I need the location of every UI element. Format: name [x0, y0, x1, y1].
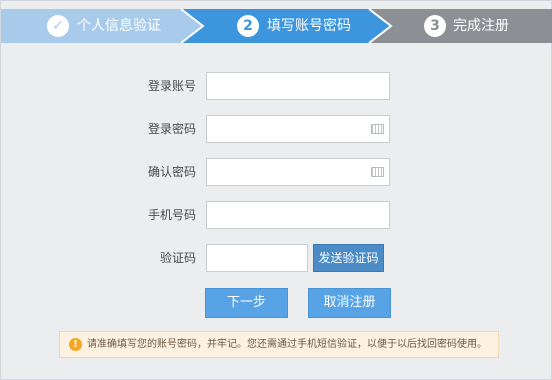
account-label: 登录账号 [147, 79, 196, 93]
code-label: 验证码 [159, 251, 196, 265]
warning-icon: ! [69, 338, 82, 351]
notice-banner: ! 请准确填写您的账号密码，并牢记。您还需通过手机短信验证，以便于以后找回密码使… [59, 331, 499, 358]
code-row: 验证码 发送验证码 [1, 244, 552, 272]
cancel-button[interactable]: 取消注册 [308, 288, 391, 318]
code-input[interactable] [206, 244, 308, 272]
keyboard-icon[interactable] [371, 124, 384, 134]
phone-input[interactable] [206, 201, 390, 229]
step-3-number: 3 [424, 15, 446, 37]
step-1-label: 个人信息验证 [77, 18, 161, 34]
account-row: 登录账号 [1, 72, 552, 100]
check-icon: ✓ [47, 15, 69, 37]
registration-panel: ✓ 个人信息验证 2 填写账号密码 3 完成注册 登录账号 登录密码 确认密码 … [0, 0, 552, 380]
confirm-password-input[interactable] [206, 158, 390, 186]
account-input[interactable] [206, 72, 390, 100]
next-button[interactable]: 下一步 [205, 288, 288, 318]
notice-text: 请准确填写您的账号密码，并牢记。您还需通过手机短信验证，以便于以后找回密码使用。 [87, 339, 487, 350]
send-code-button[interactable]: 发送验证码 [313, 244, 384, 272]
password-label: 登录密码 [147, 122, 196, 136]
confirm-password-label: 确认密码 [147, 165, 196, 179]
step-indicator: ✓ 个人信息验证 2 填写账号密码 3 完成注册 [1, 9, 552, 43]
keyboard-icon[interactable] [371, 167, 384, 177]
confirm-password-row: 确认密码 [1, 158, 552, 186]
password-input[interactable] [206, 115, 390, 143]
step-3-label: 完成注册 [453, 18, 509, 34]
phone-label: 手机号码 [147, 208, 196, 222]
password-row: 登录密码 [1, 115, 552, 143]
phone-row: 手机号码 [1, 201, 552, 229]
step-2-number: 2 [237, 15, 259, 37]
step-2-label: 填写账号密码 [267, 18, 351, 34]
